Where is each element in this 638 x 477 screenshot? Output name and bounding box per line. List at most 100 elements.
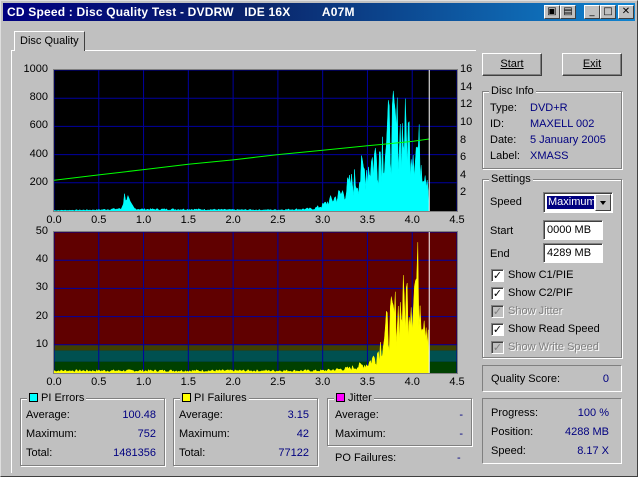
show-read-speed-label: Show Read Speed (508, 323, 600, 335)
check-icon: ✓ (491, 305, 504, 318)
pi-errors-total-label: Total: (26, 447, 53, 459)
x-tick-label: 3.5 (359, 376, 376, 388)
show-c2-pif-checkbox[interactable]: ✓ Show C2/PIF (491, 287, 611, 301)
settings-group: Settings Speed Maximum Start 0000 MB End… (482, 173, 622, 358)
x-tick-label: 3.0 (315, 214, 331, 226)
disc-id-value: MAXELL 002 (530, 118, 595, 130)
x-tick-label: 1.0 (135, 214, 152, 226)
x-tick-label: 4.0 (404, 376, 420, 388)
x-tick-label: 3.5 (359, 214, 376, 226)
disc-date-value: 5 January 2005 (530, 134, 606, 146)
jitter-maximum-label: Maximum: (335, 428, 386, 440)
check-icon: ✓ (491, 269, 504, 282)
jitter-average-value: - (459, 409, 463, 421)
x-tick-label: 1.0 (135, 376, 152, 388)
quality-score-label: Quality Score: (491, 373, 561, 385)
pi-errors-group: PI Errors Average: 100.48 Maximum: 752 T… (20, 392, 165, 466)
pi-failures-total-label: Total: (179, 447, 206, 459)
pi-errors-total-value: 1481356 (113, 447, 156, 459)
pi-errors-title-text: PI Errors (41, 392, 85, 404)
y2-tick-label: 16 (460, 63, 473, 75)
y-tick-label: 20 (35, 309, 48, 322)
close-button[interactable]: ✕ (618, 5, 634, 19)
speed-select[interactable]: Maximum (543, 192, 613, 213)
jitter-group: Jitter Average: - Maximum: - (327, 392, 472, 446)
position-value: 4288 MB (564, 426, 609, 438)
end-field[interactable]: 4289 MB (543, 243, 603, 263)
speed-readout-value: 8.17 X (577, 445, 609, 457)
pi-failures-average-label: Average: (179, 409, 223, 421)
check-icon: ✓ (491, 341, 504, 354)
window-small-icon-button[interactable]: ▣ (544, 5, 560, 19)
show-write-speed-checkbox[interactable]: ✓ Show Write Speed (491, 341, 616, 355)
jitter-average-label: Average: (335, 409, 379, 421)
y2-tick-label: 6 (460, 151, 467, 164)
x-tick-label: 3.0 (315, 376, 331, 388)
pi-failures-total-value: 77122 (278, 447, 309, 459)
y-tick-label: 1000 (23, 63, 48, 75)
progress-value: 100 % (577, 407, 609, 419)
quality-score-panel: Quality Score: 0 (482, 365, 622, 392)
disc-date-label: Date: (490, 134, 517, 146)
disc-label-label: Label: (490, 150, 520, 162)
speed-select-value: Maximum (546, 195, 596, 210)
start-button[interactable]: Start (482, 53, 542, 76)
pi-errors-average-value: 100.48 (122, 409, 156, 421)
show-c1-pie-checkbox[interactable]: ✓ Show C1/PIE (491, 269, 611, 283)
x-tick-label: 0.5 (91, 214, 107, 226)
pi-errors-maximum-label: Maximum: (26, 428, 77, 440)
disc-info-title: Disc Info (489, 85, 536, 97)
window-title: CD Speed : Disc Quality Test - DVDRW IDE… (7, 5, 355, 19)
x-tick-label: 1.5 (180, 376, 196, 388)
exit-button-label: Exit (582, 58, 602, 70)
minimize-button[interactable]: _ (584, 5, 600, 19)
chevron-down-icon[interactable] (595, 194, 611, 211)
check-icon: ✓ (491, 323, 504, 336)
start-label: Start (490, 225, 514, 237)
maximize-button[interactable]: □ (600, 5, 616, 19)
y-tick-label: 30 (35, 281, 48, 294)
progress-label: Progress: (491, 407, 539, 419)
show-jitter-checkbox[interactable]: ✓ Show Jitter (491, 305, 611, 319)
pi-errors-title: PI Errors (27, 392, 87, 404)
x-tick-label: 2.5 (270, 376, 286, 388)
jitter-title: Jitter (334, 392, 374, 404)
disc-info-group: Disc Info Type: DVD+R ID: MAXELL 002 Dat… (482, 85, 622, 169)
y-tick-label: 50 (35, 225, 48, 237)
end-label: End (490, 248, 510, 260)
title-bar[interactable]: CD Speed : Disc Quality Test - DVDRW IDE… (3, 3, 635, 21)
jitter-maximum-value: - (459, 428, 463, 440)
disc-label-value: XMASS (530, 150, 569, 162)
pi-failures-title-text: PI Failures (194, 392, 247, 404)
pi-errors-svg (53, 69, 458, 212)
show-read-speed-checkbox[interactable]: ✓ Show Read Speed (491, 323, 616, 337)
po-failures-value: - (457, 452, 461, 464)
series-area-pi-errors (53, 90, 430, 212)
x-tick-label: 1.5 (180, 214, 196, 226)
window-save-icon-button[interactable]: ▤ (560, 5, 576, 19)
pi-failures-title: PI Failures (180, 392, 249, 404)
quality-score-value: 0 (602, 373, 609, 385)
y-tick-label: 400 (29, 147, 48, 160)
x-tick-label: 0.5 (91, 376, 107, 388)
x-tick-label: 2.0 (225, 214, 241, 226)
pi-errors-chart (53, 69, 458, 212)
pi-failures-average-value: 3.15 (287, 409, 309, 421)
y2-tick-label: 8 (460, 133, 467, 146)
disc-type-value: DVD+R (530, 102, 568, 114)
tab-disc-quality[interactable]: Disc Quality (14, 31, 85, 51)
x-tick-label: 2.0 (225, 376, 241, 388)
pi-errors-swatch (29, 393, 38, 402)
y-tick-label: 600 (29, 119, 48, 132)
x-tick-label: 4.0 (404, 214, 420, 226)
pi-failures-maximum-label: Maximum: (179, 428, 230, 440)
start-field[interactable]: 0000 MB (543, 220, 603, 240)
show-c2-pif-label: Show C2/PIF (508, 287, 573, 299)
y2-tick-label: 4 (460, 168, 467, 181)
exit-button[interactable]: Exit (562, 53, 622, 76)
speed-label: Speed (490, 196, 522, 208)
disc-type-label: Type: (490, 102, 517, 114)
check-icon: ✓ (491, 287, 504, 300)
po-failures-label: PO Failures: (335, 452, 397, 464)
y-tick-label: 200 (29, 175, 48, 188)
